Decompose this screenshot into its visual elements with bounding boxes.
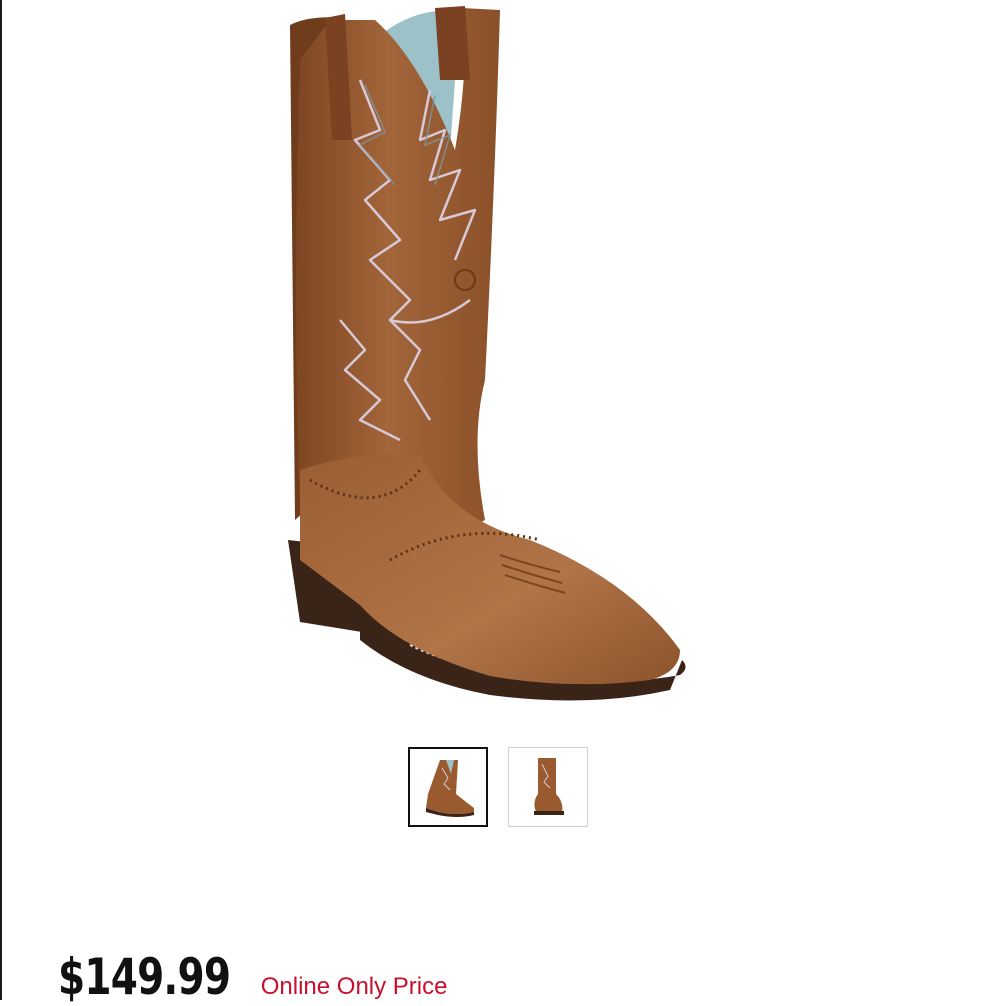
thumbnail-front-view[interactable] bbox=[508, 747, 588, 827]
thumbnail-gallery bbox=[408, 747, 588, 827]
online-only-price-label: Online Only Price bbox=[260, 973, 448, 1000]
product-main-image[interactable] bbox=[270, 0, 710, 720]
price-row: $149.99 Online Only Price bbox=[58, 948, 447, 1006]
boot-thumbnail-icon bbox=[426, 760, 474, 817]
page-left-border bbox=[0, 0, 2, 1000]
cowboy-boot-image bbox=[288, 6, 686, 701]
boot-thumbnail-icon bbox=[534, 758, 564, 815]
thumbnail-angled-view[interactable] bbox=[408, 747, 488, 827]
product-price: $149.99 bbox=[58, 948, 231, 1006]
